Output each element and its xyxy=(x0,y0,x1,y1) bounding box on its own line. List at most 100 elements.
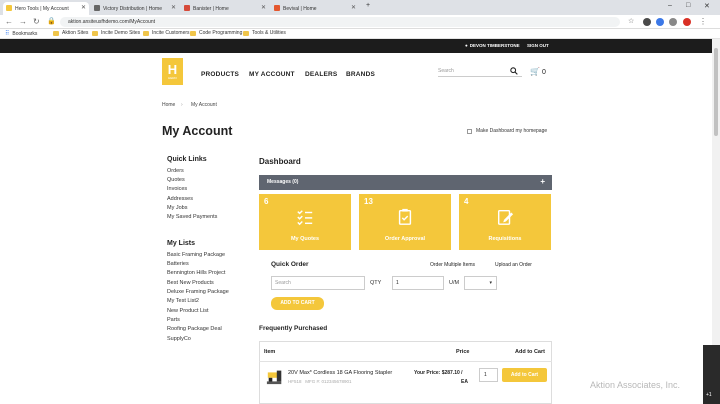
sign-out-link[interactable]: SIGN OUT xyxy=(527,43,549,48)
list-item[interactable]: SupplyCo xyxy=(167,336,191,342)
minimize-button[interactable]: – xyxy=(668,2,672,9)
bevival-favicon-icon xyxy=(274,5,280,11)
expand-plus-icon[interactable]: + xyxy=(540,177,545,186)
dashboard-heading: Dashboard xyxy=(259,157,301,166)
product-image[interactable] xyxy=(266,367,284,385)
product-name-link[interactable]: 20V Max* Cordless 18 GA Flooring Stapler xyxy=(288,370,392,376)
sidebar-link-invoices[interactable]: Invoices xyxy=(167,186,187,192)
homepage-checkbox-label[interactable]: Make Dashboard my homepage xyxy=(476,128,547,134)
bookmarks-apps[interactable]: ⠿ Bookmarks xyxy=(5,30,37,38)
search-icon[interactable] xyxy=(510,67,518,75)
chevron-down-icon: ▾ xyxy=(489,280,492,286)
extension-icon[interactable] xyxy=(643,18,651,26)
lock-icon: 🔒 xyxy=(47,18,56,25)
user-icon: ● xyxy=(465,43,468,48)
browser-tab-hero[interactable]: Hero Tools | My Account ✕ xyxy=(3,2,89,15)
close-tab-icon[interactable]: ✕ xyxy=(171,4,176,11)
homepage-checkbox[interactable] xyxy=(467,129,472,134)
tile-count: 4 xyxy=(464,197,469,206)
page-title: My Account xyxy=(162,124,233,138)
scrollbar-thumb[interactable] xyxy=(714,48,718,136)
um-select[interactable]: ▾ xyxy=(464,276,497,290)
tile-label: My Quotes xyxy=(290,236,320,242)
cart-count: 0 xyxy=(541,69,546,76)
reload-icon[interactable]: ↻ xyxy=(33,17,40,26)
list-item[interactable]: Batteries xyxy=(167,261,189,267)
close-tab-icon[interactable]: ✕ xyxy=(261,4,266,11)
nav-my-account[interactable]: MY ACCOUNT xyxy=(249,71,295,78)
nav-dealers[interactable]: DEALERS xyxy=(305,71,337,78)
close-tab-icon[interactable]: ✕ xyxy=(351,4,356,11)
product-sku: HF518 MFG #: 012345678901 xyxy=(288,379,352,384)
messages-bar[interactable]: Messages (0) + xyxy=(259,175,552,190)
qty-label: QTY xyxy=(370,280,382,286)
close-window-button[interactable]: ✕ xyxy=(704,2,710,10)
apps-grid-icon: ⠿ xyxy=(5,31,10,37)
clipboard-check-icon xyxy=(398,208,412,225)
back-arrow-icon[interactable]: ← xyxy=(5,17,13,26)
quick-links-heading: Quick Links xyxy=(167,156,207,163)
list-item[interactable]: Basic Framing Package xyxy=(167,252,225,258)
new-tab-button[interactable]: + xyxy=(366,2,370,9)
tile-my-quotes[interactable]: 6 My Quotes xyxy=(259,194,351,250)
browser-tab-victory[interactable]: Victory Distribution | Home ✕ xyxy=(91,2,179,15)
bookmark-folder[interactable]: Incite Customers xyxy=(143,30,190,36)
quick-order-search-input[interactable]: Search xyxy=(271,276,365,290)
list-item[interactable]: Deluxe Framing Package xyxy=(167,289,229,295)
upload-order-link[interactable]: Upload an Order xyxy=(495,262,532,268)
qty-input[interactable]: 1 xyxy=(392,276,444,290)
account-top-bar: ● DEVON TIMBERSTONE SIGN OUT xyxy=(0,39,712,53)
profile-avatar[interactable] xyxy=(683,18,691,26)
url-field[interactable]: aktion.ansiteusfhdemo.com/MyAccount xyxy=(60,17,620,27)
maximize-button[interactable]: □ xyxy=(686,2,690,9)
extension-icon[interactable] xyxy=(669,18,677,26)
tile-requisitions[interactable]: 4 Requisitions xyxy=(459,194,551,250)
menu-kebab-icon[interactable]: ⋮ xyxy=(699,17,707,26)
list-item[interactable]: Bennington Hills Project xyxy=(167,270,225,276)
edit-note-icon xyxy=(497,209,514,225)
list-item[interactable]: Roofing Package Deal xyxy=(167,326,222,332)
folder-icon xyxy=(190,30,196,36)
site-logo[interactable]: H HERO xyxy=(162,58,183,85)
watermark-text: Aktion Associates, Inc. xyxy=(590,380,681,390)
sidebar-link-addresses[interactable]: Addresses xyxy=(167,196,193,202)
browser-tab-bevival[interactable]: Bevival | Home ✕ xyxy=(271,2,359,15)
list-item[interactable]: New Product List xyxy=(167,308,209,314)
bookmark-folder[interactable]: Incite Demo Sites xyxy=(92,30,140,36)
quick-order-add-to-cart-button[interactable]: ADD TO CART xyxy=(271,297,324,310)
bookmark-folder[interactable]: Tools & Utilities xyxy=(243,30,286,36)
sidebar-link-saved-payments[interactable]: My Saved Payments xyxy=(167,214,217,220)
extension-icon[interactable] xyxy=(656,18,664,26)
bookmark-folder[interactable]: Code Programming xyxy=(190,30,242,36)
order-multiple-link[interactable]: Order Multiple Items xyxy=(430,262,475,268)
checklist-icon xyxy=(297,210,313,226)
star-icon[interactable]: ☆ xyxy=(628,17,634,25)
bookmark-folder[interactable]: Aktion Sites xyxy=(53,30,88,36)
nav-brands[interactable]: BRANDS xyxy=(346,71,375,78)
user-name[interactable]: ● DEVON TIMBERSTONE xyxy=(465,43,520,48)
tile-count: 6 xyxy=(264,197,269,206)
sidebar-link-quotes[interactable]: Quotes xyxy=(167,177,185,183)
list-item[interactable]: Best New Products xyxy=(167,280,214,286)
product-add-to-cart-button[interactable]: Add to Cart xyxy=(502,368,547,382)
victory-favicon-icon xyxy=(94,5,100,11)
forward-arrow-icon[interactable]: → xyxy=(19,17,27,26)
breadcrumb-current: My Account xyxy=(191,102,217,108)
tile-order-approval[interactable]: 13 Order Approval xyxy=(359,194,451,250)
browser-tab-banister[interactable]: Banister | Home ✕ xyxy=(181,2,269,15)
sidebar-link-my-jobs[interactable]: My Jobs xyxy=(167,205,187,211)
breadcrumb-home[interactable]: Home xyxy=(162,102,175,108)
frequently-purchased-heading: Frequently Purchased xyxy=(259,325,328,332)
breadcrumb-separator: › xyxy=(181,102,183,108)
list-item[interactable]: My Test List2 xyxy=(167,298,199,304)
address-bar-row: ← → ↻ 🔒 aktion.ansiteusfhdemo.com/MyAcco… xyxy=(0,15,720,29)
product-qty-input[interactable]: 1 xyxy=(479,368,498,382)
bookmarks-bar: ⠿ Bookmarks Aktion Sites Incite Demo Site… xyxy=(0,29,720,39)
nav-products[interactable]: PRODUCTS xyxy=(201,71,239,78)
cart-icon: 🛒 xyxy=(530,67,540,76)
video-overlay-control[interactable]: +1 xyxy=(703,345,720,404)
list-item[interactable]: Parts xyxy=(167,317,180,323)
sidebar-link-orders[interactable]: Orders xyxy=(167,168,184,174)
close-tab-icon[interactable]: ✕ xyxy=(81,4,86,11)
cart-button[interactable]: 🛒 0 xyxy=(530,67,546,76)
